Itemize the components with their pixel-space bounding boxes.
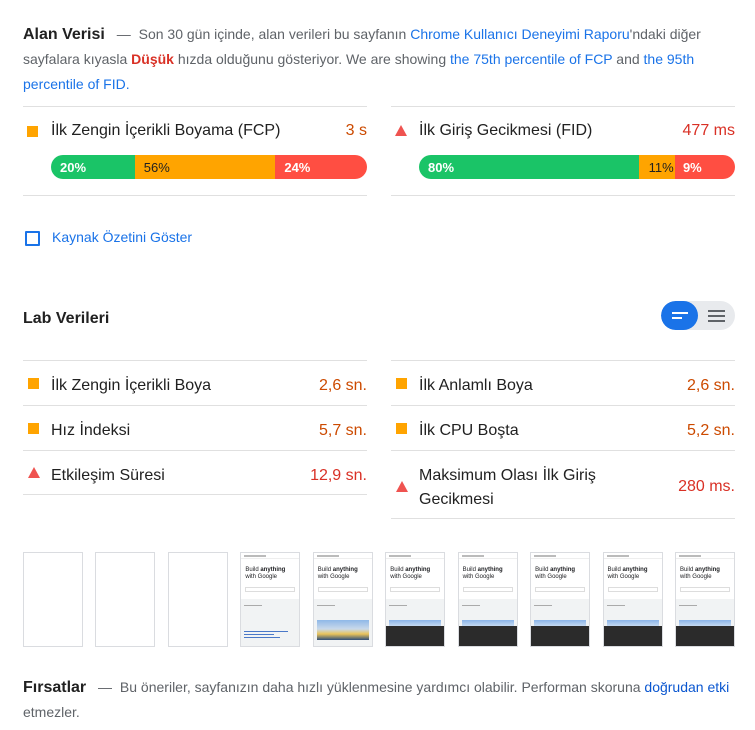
lab-metric-row: Hız İndeksi 5,7 sn. [23, 405, 367, 450]
filmstrip-frame: Build anything with Google [530, 552, 591, 647]
average-square-icon [27, 126, 38, 137]
dash: — [116, 26, 131, 42]
filmstrip-frame: Build anything with Google [240, 552, 301, 647]
filmstrip-frame [95, 552, 156, 647]
filmstrip-frame: Build anything with Google [312, 552, 373, 647]
origin-summary-label[interactable]: Kaynak Özetini Göster [52, 229, 192, 245]
fast-segment: 20% [51, 155, 135, 179]
filmstrip-frame: Build anything with Google [602, 552, 663, 647]
opportunities-header: Fırsatlar — Bu öneriler, sayfanızın daha… [23, 675, 735, 725]
average-square-icon [28, 423, 39, 434]
filmstrip-frame [23, 552, 83, 647]
metric-value: 477 ms [682, 122, 735, 139]
frame-headline: Build anything with Google [317, 567, 358, 580]
metric-value: 3 s [345, 122, 367, 139]
fail-triangle-icon [395, 125, 407, 136]
lab-metrics-right: İlk Anlamlı Boya 2,6 sn. İlk CPU Boşta 5… [391, 360, 735, 519]
slow-segment: 24% [275, 155, 367, 179]
metric-label: İlk Zengin İçerikli Boya [51, 377, 212, 394]
lab-metric-row: İlk Anlamlı Boya 2,6 sn. [391, 360, 735, 405]
average-segment: 11% [638, 155, 675, 179]
average-square-icon [396, 378, 407, 389]
lab-data-title: Lab Verileri [23, 310, 110, 327]
opportunities-desc: Bu öneriler, sayfanızın daha hızlı yükle… [119, 679, 641, 695]
frame-headline: Build anything with Google [390, 567, 431, 580]
metric-value: 5,2 sn. [686, 422, 735, 439]
metric-value: 2,6 sn. [686, 377, 735, 394]
field-metric-fid: İlk Giriş Gecikmesi (FID) 477 ms 80% 11%… [391, 106, 735, 196]
distribution-bar: 80% 11% 9% [419, 155, 735, 179]
metric-value: 280 ms. [678, 478, 735, 495]
frame-headline: Build anything with Google [245, 567, 286, 580]
field-desc-3: hızda olduğunu gösteriyor. We are showin… [177, 51, 447, 67]
list-view-icon[interactable] [661, 301, 698, 330]
fast-segment: 80% [419, 155, 639, 179]
frame-headline: Build anything with Google [535, 567, 576, 580]
speed-category: Düşük [131, 51, 174, 67]
frame-headline: Build anything with Google [607, 567, 648, 580]
metric-value: 2,6 sn. [318, 377, 367, 394]
lab-metric-row: İlk CPU Boşta 5,2 sn. [391, 405, 735, 450]
filmstrip: Build anything with Google Build anything w… [23, 552, 735, 647]
filmstrip-frame: Build anything with Google [457, 552, 518, 647]
field-desc-1: Son 30 gün içinde, alan verileri bu sayf… [138, 26, 407, 42]
metric-label: İlk Zengin İçerikli Boyama (FCP) [51, 122, 281, 139]
field-desc-4: and [616, 51, 640, 67]
filmstrip-frame: Build anything with Google [385, 552, 446, 647]
filmstrip-frame [167, 552, 228, 647]
fail-triangle-icon [28, 467, 40, 478]
slow-segment: 9% [674, 155, 735, 179]
view-toggle[interactable] [661, 301, 735, 330]
metric-label: Hız İndeksi [51, 422, 131, 439]
dash: — [98, 679, 113, 695]
metric-label: İlk Giriş Gecikmesi (FID) [419, 122, 593, 139]
lab-metric-row: İlk Zengin İçerikli Boya 2,6 sn. [23, 360, 367, 405]
metric-label: Maksimum Olası İlk Giriş Gecikmesi [419, 467, 596, 508]
average-segment: 56% [134, 155, 276, 179]
metric-label: İlk Anlamlı Boya [419, 377, 533, 394]
checkbox-icon[interactable] [25, 231, 40, 246]
metric-label: İlk CPU Boşta [419, 422, 519, 439]
lab-metric-row: Maksimum Olası İlk Giriş Gecikmesi 280 m… [391, 450, 735, 519]
average-square-icon [28, 378, 39, 389]
average-square-icon [396, 423, 407, 434]
frame-headline: Build anything with Google [679, 567, 720, 580]
filmstrip-frame: Build anything with Google [674, 552, 735, 647]
metric-label: Etkileşim Süresi [51, 467, 165, 484]
metric-value: 5,7 sn. [318, 422, 367, 439]
lab-metrics-left: İlk Zengin İçerikli Boya 2,6 sn. Hız İnd… [23, 360, 367, 495]
fail-triangle-icon [396, 481, 408, 492]
metric-value: 12,9 sn. [310, 467, 367, 484]
direct-impact-link[interactable]: doğrudan etki [644, 679, 729, 695]
field-data-title: Alan Verisi [23, 26, 105, 43]
opportunities-desc-end: etmezler. [23, 704, 80, 720]
details-view-icon[interactable] [698, 301, 735, 330]
distribution-bar: 20% 56% 24% [51, 155, 367, 179]
frame-headline: Build anything with Google [462, 567, 503, 580]
crux-report-link[interactable]: Chrome Kullanıcı Deneyimi Raporu [410, 26, 629, 42]
field-data-header: Alan Verisi — Son 30 gün içinde, alan ve… [23, 22, 723, 97]
opportunities-title: Fırsatlar [23, 679, 87, 696]
field-metric-fcp: İlk Zengin İçerikli Boyama (FCP) 3 s 20%… [23, 106, 367, 196]
lab-metric-row: Etkileşim Süresi 12,9 sn. [23, 450, 367, 495]
fcp-percentile-link[interactable]: the 75th percentile of FCP [450, 51, 612, 67]
